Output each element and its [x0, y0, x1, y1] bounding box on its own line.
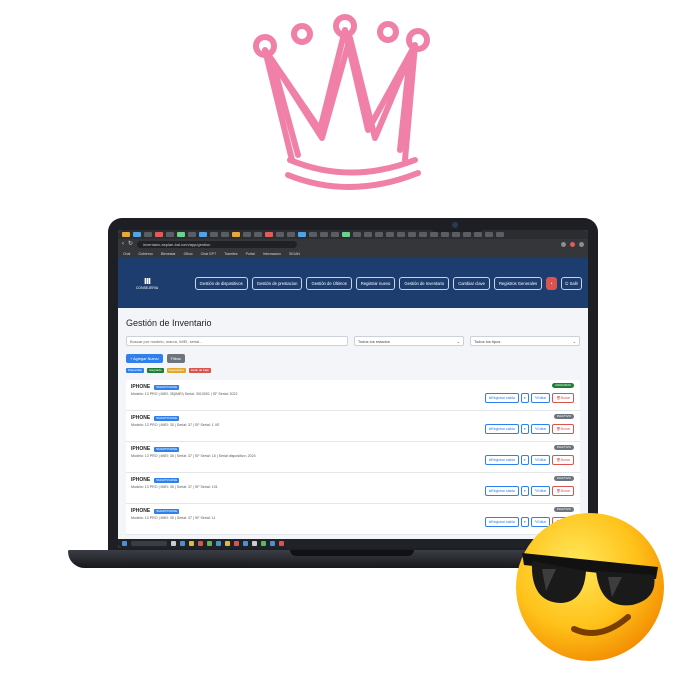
profile-icon[interactable] — [579, 241, 584, 247]
delete-button[interactable]: 🗑 Borrar — [552, 424, 574, 434]
crown-doodle — [253, 14, 430, 190]
collage: ‹ ↻ inventario.asplan-bal.com/app/gestio… — [0, 0, 700, 700]
camera-icon — [452, 222, 458, 228]
laptop-base-groove — [290, 550, 414, 556]
device-type-badge: SMARTPHONE — [154, 477, 180, 483]
dropdown-toggle[interactable]: ▾ — [520, 424, 529, 434]
device-name: IPHONE SMARTPHONE — [131, 508, 180, 514]
device-name: IPHONE SMARTPHONE — [131, 477, 180, 483]
row-actions: ⧉ Registrar salida ▾ ✎ Editar🗑 Borrar — [484, 393, 574, 403]
assign-button[interactable]: ⧉ Registrar salida — [484, 393, 519, 403]
legend-badge: Dado de baja — [188, 368, 211, 373]
nav-latest-button[interactable]: Gestión de Últimos — [306, 276, 352, 290]
nav-register-button[interactable]: Registrar nuevo — [355, 276, 396, 290]
device-row[interactable]: IPHONE SMARTPHONE Modelo: 13 PRO | IMEI: 3… — [126, 411, 580, 442]
bookmark-item[interactable]: Tramites — [224, 252, 237, 256]
status-badge: INACTIVO — [553, 476, 574, 481]
sunglasses-emoji — [516, 513, 664, 661]
assign-button[interactable]: ⧉ Registrar salida — [484, 486, 519, 496]
extension-icon[interactable] — [561, 241, 566, 247]
device-name: IPHONE SMARTPHONE — [131, 446, 180, 452]
chevron-down-icon: ⌄ — [456, 339, 460, 344]
row-actions: ⧉ Registrar salida ▾ ✎ Editar🗑 Borrar — [484, 424, 574, 434]
edit-button[interactable]: ✎ Editar — [530, 486, 551, 496]
device-type-badge: SMARTPHONE — [154, 384, 180, 390]
status-badge: INACTIVO — [553, 414, 574, 419]
start-icon[interactable] — [122, 541, 127, 546]
chevron-down-icon: ▾ — [523, 489, 526, 493]
app-logo[interactable]: ııı CONSEJERIA — [132, 275, 162, 291]
bookmark-item[interactable]: Informacion — [263, 252, 281, 256]
search-input[interactable]: Buscar por modelo, marca, IMEI, serial..… — [126, 336, 348, 346]
back-icon[interactable]: ‹ — [122, 241, 124, 247]
filter-row: Buscar por modelo, marca, IMEI, serial..… — [126, 336, 580, 346]
row-actions: ⧉ Registrar salida ▾ ✎ Editar🗑 Borrar — [484, 455, 574, 465]
device-row[interactable]: IPHONE SMARTPHONE Modelo: 13 PRO | IMEI: 3… — [126, 442, 580, 473]
page-title: Gestión de Inventario — [126, 318, 212, 328]
app-navbar: ııı CONSEJERIA Gestión de dispositivos G… — [118, 258, 588, 308]
nav-loans-button[interactable]: Gestión de prestacion — [251, 276, 303, 290]
legend-badge: Reparación — [166, 368, 186, 373]
device-type-badge: SMARTPHONE — [154, 415, 180, 421]
type-select[interactable]: Todos los tipos ⌄ — [469, 336, 580, 346]
status-badge: INACTIVO — [553, 445, 574, 450]
reload-icon[interactable]: ↻ — [128, 241, 133, 247]
edit-button[interactable]: ✎ Editar — [530, 455, 551, 465]
add-device-button[interactable]: + Agregar Nuevo — [126, 354, 163, 363]
bookmark-item[interactable]: Bienestar — [161, 252, 176, 256]
dropdown-toggle[interactable]: ▾ — [520, 455, 529, 465]
status-legend: Disponible Asignado Reparación Dado de baja — [126, 368, 580, 373]
chevron-down-icon: ▾ — [523, 396, 526, 400]
device-row[interactable]: IPHONE SMARTPHONE Modelo: 13 PRO | IMEI: 3… — [126, 473, 580, 504]
device-name: IPHONE SMARTPHONE — [131, 384, 180, 390]
legend-badge: Disponible — [126, 368, 145, 373]
screen: ‹ ↻ inventario.asplan-bal.com/app/gestio… — [118, 230, 588, 548]
extension-icon[interactable] — [570, 241, 575, 247]
delete-button[interactable]: 🗑 Borrar — [552, 455, 574, 465]
device-type-badge: SMARTPHONE — [154, 446, 180, 452]
device-type-badge: SMARTPHONE — [154, 508, 180, 514]
status-select[interactable]: Todos los estados ⌄ — [353, 336, 464, 346]
device-row[interactable]: IPHONE SMARTPHONE Modelo: 13 PRO | IMEI: 3… — [126, 380, 580, 411]
bookmark-item[interactable]: Portal — [246, 252, 255, 256]
logo-mark-icon: ııı — [143, 275, 151, 287]
edit-button[interactable]: ✎ Editar — [530, 393, 551, 403]
alert-button[interactable]: • — [546, 276, 558, 290]
assign-button[interactable]: ⧉ Registrar salida — [484, 424, 519, 434]
bookmark-item[interactable]: Chat GPT — [201, 252, 217, 256]
status-badge: ASIGNADO — [552, 383, 574, 388]
bookmark-item[interactable]: Oficio — [184, 252, 193, 256]
chevron-down-icon: ▾ — [523, 427, 526, 431]
delete-button[interactable]: 🗑 Borrar — [552, 393, 574, 403]
chevron-down-icon: ▾ — [523, 458, 526, 462]
dropdown-toggle[interactable]: ▾ — [520, 393, 529, 403]
row-actions: ⧉ Registrar salida ▾ ✎ Editar🗑 Borrar — [484, 486, 574, 496]
nav-records-button[interactable]: Registros Generales — [493, 276, 543, 290]
address-bar: ‹ ↻ inventario.asplan-bal.com/app/gestio… — [118, 239, 588, 249]
filters-button[interactable]: Filtros — [166, 354, 185, 363]
browser-tab-bar[interactable] — [118, 230, 588, 239]
laptop-screen-frame: ‹ ↻ inventario.asplan-bal.com/app/gestio… — [108, 218, 598, 554]
legend-badge: Asignado — [147, 368, 164, 373]
nav-inventory-button[interactable]: Gestión de Inventario — [399, 276, 450, 290]
assign-button[interactable]: ⧉ Registrar salida — [484, 455, 519, 465]
toolbar: + Agregar Nuevo Filtros — [126, 354, 580, 363]
dropdown-toggle[interactable]: ▾ — [520, 486, 529, 496]
bookmark-item[interactable]: SIGAN — [289, 252, 300, 256]
edit-button[interactable]: ✎ Editar — [530, 424, 551, 434]
bookmarks-bar: Chat Gobierno Bienestar Oficio Chat GPT Trami… — [118, 249, 588, 258]
chevron-down-icon: ⌄ — [572, 339, 576, 344]
device-name: IPHONE SMARTPHONE — [131, 415, 180, 421]
nav-password-button[interactable]: Cambiar clave — [453, 276, 490, 290]
logout-button[interactable]: ⏻ Salir — [561, 276, 582, 290]
bookmark-item[interactable]: Chat — [123, 252, 130, 256]
taskbar-search[interactable] — [131, 541, 167, 546]
nav-devices-button[interactable]: Gestión de dispositivos — [194, 276, 248, 290]
bookmark-item[interactable]: Gobierno — [138, 252, 152, 256]
url-field[interactable]: inventario.asplan-bal.com/app/gestion — [137, 240, 298, 248]
delete-button[interactable]: 🗑 Borrar — [552, 486, 574, 496]
